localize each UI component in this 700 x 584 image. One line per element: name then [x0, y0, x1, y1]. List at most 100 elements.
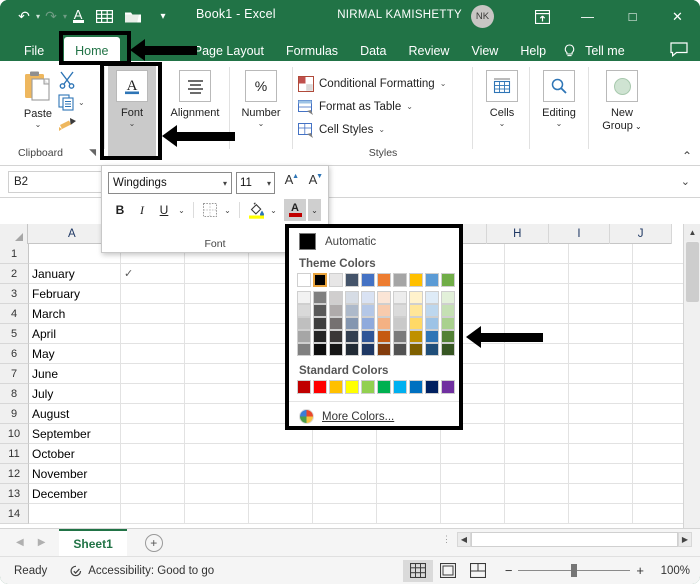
row-header[interactable]: 13: [0, 484, 29, 504]
cells-group-button[interactable]: Cells ⌄: [478, 64, 526, 128]
cell-B13[interactable]: [121, 484, 185, 504]
cell-C12[interactable]: [185, 464, 249, 484]
cell-A9[interactable]: August: [29, 404, 121, 424]
cell-H12[interactable]: [505, 464, 569, 484]
font-color-button[interactable]: A: [284, 199, 306, 221]
font-size-input[interactable]: 11 ▾: [236, 172, 275, 194]
new-group-button[interactable]: New Group ⌄: [592, 64, 652, 133]
row-header[interactable]: 8: [0, 384, 29, 404]
theme-swatch[interactable]: [361, 343, 375, 356]
customize-qat-icon[interactable]: ▾: [153, 5, 173, 29]
row-header[interactable]: 12: [0, 464, 29, 484]
theme-swatch[interactable]: [313, 291, 327, 304]
row-header[interactable]: 1: [0, 244, 29, 264]
theme-swatch[interactable]: [329, 317, 343, 330]
borders-icon[interactable]: [94, 5, 115, 29]
theme-swatch[interactable]: [409, 343, 423, 356]
cell-H3[interactable]: [505, 284, 569, 304]
comment-icon[interactable]: [670, 42, 688, 60]
cell-A10[interactable]: September: [29, 424, 121, 444]
ribbon-display-options-icon[interactable]: [520, 0, 565, 33]
cell-G11[interactable]: [441, 444, 505, 464]
cell-B3[interactable]: [121, 284, 185, 304]
theme-swatch[interactable]: [313, 317, 327, 330]
decrease-font-size-button[interactable]: A ▼: [303, 172, 323, 194]
standard-swatch[interactable]: [377, 380, 391, 394]
expand-formula-bar-icon[interactable]: ⌄: [681, 175, 700, 188]
font-color-dropdown-icon[interactable]: ⌄: [308, 199, 321, 221]
theme-swatch[interactable]: [409, 273, 423, 287]
standard-swatch[interactable]: [393, 380, 407, 394]
alignment-group-button[interactable]: Alignment: [164, 64, 226, 119]
cell-I2[interactable]: [569, 264, 633, 284]
cell-A5[interactable]: April: [29, 324, 121, 344]
cell-B14[interactable]: [121, 504, 185, 524]
horizontal-scroll-track[interactable]: [471, 532, 678, 547]
font-size-dropdown-icon[interactable]: ▾: [267, 179, 271, 188]
cell-I5[interactable]: [569, 324, 633, 344]
borders-dropdown-icon[interactable]: ⌄: [222, 200, 233, 220]
theme-swatch[interactable]: [377, 304, 391, 317]
theme-swatch[interactable]: [345, 330, 359, 343]
undo-dropdown-icon[interactable]: ▾: [36, 12, 40, 21]
column-header-I[interactable]: I: [549, 224, 611, 244]
cell-I12[interactable]: [569, 464, 633, 484]
fill-color-button[interactable]: [246, 200, 266, 220]
standard-swatch[interactable]: [313, 380, 327, 394]
vertical-scrollbar[interactable]: ▲: [683, 224, 700, 528]
cell-H13[interactable]: [505, 484, 569, 504]
theme-swatch[interactable]: [441, 304, 455, 317]
cell-D12[interactable]: [249, 464, 313, 484]
row-header[interactable]: 11: [0, 444, 29, 464]
paste-dropdown-icon[interactable]: ⌄: [35, 120, 42, 129]
cell-F14[interactable]: [377, 504, 441, 524]
theme-swatch[interactable]: [329, 273, 343, 287]
cell-G14[interactable]: [441, 504, 505, 524]
cell-A7[interactable]: June: [29, 364, 121, 384]
cell-I9[interactable]: [569, 404, 633, 424]
scroll-left-button[interactable]: ◀: [457, 532, 471, 547]
cell-I10[interactable]: [569, 424, 633, 444]
underline-button[interactable]: U: [154, 200, 174, 220]
fill-color-dropdown-icon[interactable]: ⌄: [268, 200, 279, 220]
vertical-scroll-thumb[interactable]: [686, 242, 699, 302]
cell-A14[interactable]: [29, 504, 121, 524]
standard-swatch[interactable]: [329, 380, 343, 394]
theme-swatch[interactable]: [313, 330, 327, 343]
cell-B5[interactable]: [121, 324, 185, 344]
cell-H10[interactable]: [505, 424, 569, 444]
maximize-button[interactable]: □: [610, 0, 655, 33]
font-name-dropdown-icon[interactable]: ▾: [223, 179, 227, 188]
cell-I3[interactable]: [569, 284, 633, 304]
row-header[interactable]: 9: [0, 404, 29, 424]
chevron-down-icon[interactable]: ⌄: [378, 125, 385, 134]
theme-swatch[interactable]: [345, 291, 359, 304]
more-colors-item[interactable]: More Colors...: [289, 401, 459, 424]
theme-swatch[interactable]: [329, 330, 343, 343]
theme-swatch-selected[interactable]: [313, 273, 327, 287]
cell-G13[interactable]: [441, 484, 505, 504]
cell-A12[interactable]: November: [29, 464, 121, 484]
cell-I1[interactable]: [569, 244, 633, 264]
horizontal-scrollbar[interactable]: ⋮ ◀ ▶: [442, 531, 692, 548]
theme-swatch[interactable]: [393, 317, 407, 330]
cell-E12[interactable]: [313, 464, 377, 484]
add-sheet-button[interactable]: +: [144, 533, 163, 552]
cell-A4[interactable]: March: [29, 304, 121, 324]
cell-C14[interactable]: [185, 504, 249, 524]
standard-swatch[interactable]: [345, 380, 359, 394]
cell-C13[interactable]: [185, 484, 249, 504]
page-break-view-button[interactable]: [463, 560, 493, 582]
theme-swatch[interactable]: [377, 343, 391, 356]
number-dropdown-icon[interactable]: ⌄: [258, 119, 265, 128]
standard-swatch[interactable]: [441, 380, 455, 394]
theme-swatch[interactable]: [425, 291, 439, 304]
collapse-ribbon-icon[interactable]: ⌃: [682, 149, 692, 163]
redo-dropdown-icon[interactable]: ▾: [63, 12, 67, 21]
minimize-button[interactable]: —: [565, 0, 610, 33]
theme-swatch[interactable]: [409, 330, 423, 343]
cell-C4[interactable]: [185, 304, 249, 324]
theme-swatch[interactable]: [425, 273, 439, 287]
cell-A2[interactable]: January: [29, 264, 121, 284]
theme-swatch[interactable]: [377, 330, 391, 343]
